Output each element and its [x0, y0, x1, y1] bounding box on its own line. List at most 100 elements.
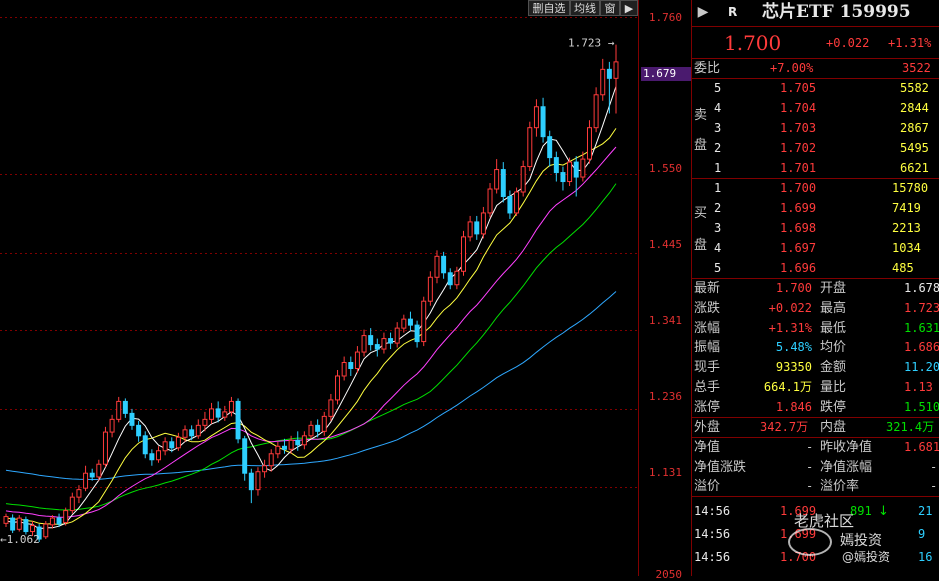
candle-body	[228, 400, 234, 413]
price-axis-label: 2050	[655, 568, 683, 581]
candle-body	[308, 424, 314, 437]
stat-value: 1.678	[904, 281, 939, 295]
stat-label: 现手	[694, 360, 721, 376]
current-price-tag: 1.679	[641, 67, 691, 81]
stat-label: 最高	[820, 300, 847, 316]
candle-body	[427, 276, 433, 302]
kline-canvas[interactable]: 1.723 → ←1.062	[0, 0, 690, 576]
kline-chart[interactable]: 1.723 → ←1.062 删自选 均线 窗 ▶ 1.760 1.550 1.4…	[0, 0, 691, 581]
price-axis-label: 1.550	[648, 162, 682, 175]
candle-body	[136, 424, 142, 437]
candle-body	[89, 472, 95, 478]
stat-label: 涨幅	[694, 320, 721, 336]
stat-label: 均价	[820, 340, 847, 356]
tick-time: 14:56	[694, 504, 731, 518]
order-ratio-value: +7.00%	[770, 61, 814, 75]
candle-body	[407, 318, 413, 326]
buy-level-row[interactable]: 4 1.697 1034	[692, 239, 939, 258]
buy-level-price: 1.700	[780, 181, 817, 195]
stat-label: 总手	[694, 380, 721, 395]
stat-label: 金额	[820, 360, 847, 376]
stat-row: 涨幅 +1.31% 最低 1.631	[692, 319, 939, 338]
candle-body	[301, 435, 307, 446]
sell-level-num: 5	[714, 81, 722, 95]
stat-label: 涨停	[694, 399, 721, 415]
stat-value: 1.13	[904, 380, 933, 394]
candle-body	[593, 94, 599, 129]
sell-level-row[interactable]: 5 1.705 5582	[692, 79, 939, 98]
remove-watchlist-button[interactable]: 删自选	[528, 0, 570, 16]
ma20-line	[5, 146, 617, 518]
moving-average-button[interactable]: 均线	[570, 0, 600, 16]
sell-level-row[interactable]: 4 1.704 2844	[692, 99, 939, 118]
candle-body	[262, 465, 268, 473]
buy-level-volume: 7419	[892, 201, 921, 215]
sell-level-row[interactable]: 1 1.701 6621	[692, 159, 939, 178]
candle-body	[288, 439, 294, 450]
candle-body	[381, 338, 387, 350]
candle-body	[49, 517, 55, 526]
candle-body	[467, 221, 473, 238]
play-arrow-icon[interactable]: ▶	[620, 0, 638, 16]
stat-value: 93350	[775, 360, 812, 375]
nav-value: -	[930, 459, 938, 474]
stat-row: 涨停 1.846 跌停 1.510	[692, 398, 939, 417]
buy-level-volume: 15780	[892, 181, 929, 195]
candle-body	[354, 351, 360, 370]
nav-value: 1.681	[904, 440, 939, 454]
candle-body	[547, 136, 553, 159]
stat-row: 涨跌 +0.022 最高 1.723	[692, 299, 939, 318]
window-button[interactable]: 窗	[600, 0, 620, 16]
high-price-label: 1.723 →	[568, 37, 615, 50]
candle-body	[361, 335, 367, 353]
sell-level-row[interactable]: 2 1.702 5495	[692, 139, 939, 158]
candle-body	[553, 157, 559, 174]
candle-body	[586, 127, 592, 160]
candle-body	[102, 431, 108, 465]
buy-level-volume: 485	[892, 261, 914, 275]
candle-body	[527, 127, 533, 168]
candle-body	[573, 161, 579, 178]
outer-volume-label: 外盘	[694, 420, 721, 435]
stat-value: +1.31%	[768, 320, 812, 335]
candle-body	[10, 517, 16, 531]
watermark-handle: @嫣投资	[842, 550, 891, 564]
candle-body	[215, 408, 221, 418]
candle-body	[474, 221, 480, 235]
buy-level-row[interactable]: 3 1.698 2213	[692, 219, 939, 238]
buy-level-num: 2	[714, 201, 722, 215]
buy-level-price: 1.696	[780, 261, 817, 275]
nav-row: 溢价 - 溢价率 -	[692, 477, 939, 496]
stat-value: 1.700	[775, 281, 812, 295]
buy-level-row[interactable]: 1 1.700 15780	[692, 179, 939, 198]
sell-level-num: 4	[714, 101, 722, 115]
stat-label: 涨跌	[694, 300, 721, 316]
candle-body	[69, 496, 75, 512]
candle-body	[454, 270, 460, 286]
candle-body	[169, 441, 175, 449]
buy-level-num: 3	[714, 221, 722, 235]
stat-label: 量比	[820, 380, 847, 395]
candle-body	[335, 375, 341, 401]
tick-time: 14:56	[694, 527, 731, 541]
candle-body	[281, 445, 287, 450]
last-price: 1.700	[724, 31, 782, 55]
ma30-line	[5, 183, 617, 511]
stat-value: 11.20亿	[904, 360, 939, 375]
candle-body	[401, 318, 407, 329]
sell-level-row[interactable]: 3 1.703 2867	[692, 119, 939, 138]
sell-level-price: 1.704	[780, 101, 817, 115]
buy-level-price: 1.698	[780, 221, 817, 235]
candle-body	[341, 362, 347, 377]
stat-value: +0.022	[768, 300, 812, 315]
buy-level-row[interactable]: 2 1.699 7419	[692, 199, 939, 218]
sell-level-volume: 2867	[900, 121, 929, 135]
sell-level-volume: 5582	[900, 81, 929, 95]
sell-level-price: 1.703	[780, 121, 817, 135]
candle-body	[222, 411, 228, 418]
candle-body	[275, 445, 281, 455]
tick-direction-icon: ↓	[878, 504, 889, 519]
play-icon[interactable]: ▶	[692, 1, 714, 23]
candle-body	[142, 435, 148, 455]
buy-level-row[interactable]: 5 1.696 485	[692, 259, 939, 278]
